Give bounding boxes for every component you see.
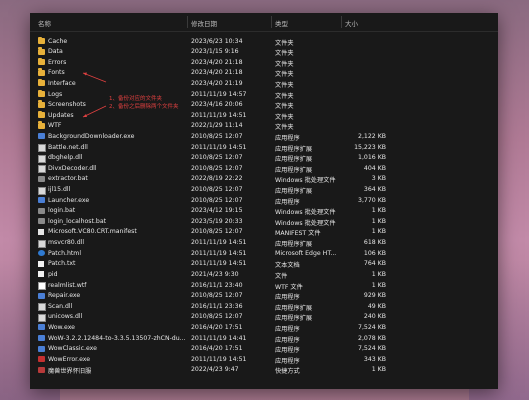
file-explorer-window: 名称 修改日期 类型 大小 Cache 2023/6/23 10:34 文件夹 Dat… (30, 13, 498, 389)
annotation-arrows (82, 72, 107, 118)
annotation-arrow (82, 72, 107, 83)
annotation-text-backup: 1、备份对应的文件夹 (109, 96, 162, 102)
annotation-arrowhead (83, 114, 87, 117)
annotation-arrowhead (83, 72, 87, 76)
annotation-text-delete: 2、备份之后删除两个文件夹 (109, 104, 179, 110)
